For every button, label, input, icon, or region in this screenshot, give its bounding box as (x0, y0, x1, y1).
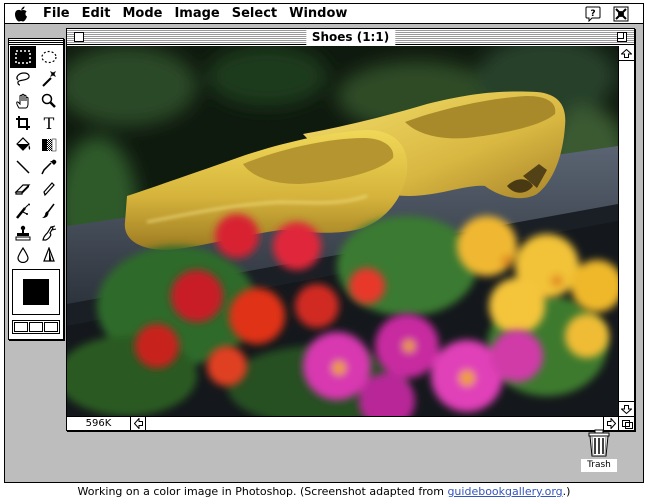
clogs-photo (67, 46, 618, 416)
pencil-icon[interactable] (36, 178, 62, 200)
mac-desktop: File Edit Mode Image Select Window ? T S… (4, 3, 644, 483)
lasso-icon[interactable] (10, 68, 36, 90)
eraser-icon[interactable] (10, 178, 36, 200)
resize-grow-box[interactable] (618, 416, 634, 430)
svg-text:T: T (44, 115, 55, 131)
scroll-up-arrow-icon[interactable] (619, 46, 634, 61)
full-screen-menubar-mode-button[interactable] (29, 322, 43, 332)
smudge-icon[interactable] (36, 222, 62, 244)
rubber-stamp-icon[interactable] (10, 222, 36, 244)
type-icon[interactable]: T (36, 112, 62, 134)
rectangular-marquee-icon[interactable] (10, 46, 36, 68)
paint-bucket-icon[interactable] (10, 134, 36, 156)
tool-palette: T (8, 38, 64, 340)
vertical-scrollbar[interactable] (618, 46, 634, 416)
line-icon[interactable] (10, 156, 36, 178)
menu-edit[interactable]: Edit (76, 4, 117, 24)
zoom-box[interactable] (617, 32, 627, 42)
caption-suffix: .) (562, 485, 571, 498)
color-swatch-area (12, 269, 60, 315)
sharpen-icon[interactable] (36, 244, 62, 266)
menu-window[interactable]: Window (283, 4, 353, 24)
menu-mode[interactable]: Mode (116, 4, 168, 24)
help-balloon-icon[interactable]: ? (585, 6, 601, 23)
trash-label: Trash (581, 459, 617, 472)
caption-link[interactable]: guidebookgallery.org (447, 485, 562, 498)
menu-bar: File Edit Mode Image Select Window ? (5, 4, 643, 24)
hand-icon[interactable] (10, 90, 36, 112)
blur-icon[interactable] (10, 244, 36, 266)
foreground-color-swatch[interactable] (23, 279, 49, 305)
gradient-icon[interactable] (36, 134, 62, 156)
image-canvas[interactable] (67, 46, 618, 416)
tool-grid: T (9, 45, 63, 266)
standard-window-mode-button[interactable] (14, 322, 28, 332)
trash-can-icon[interactable] (587, 429, 611, 457)
zoom-icon[interactable] (36, 90, 62, 112)
screen-mode-buttons (12, 320, 60, 334)
paintbrush-icon[interactable] (36, 200, 62, 222)
memory-indicator[interactable]: 596K (67, 417, 131, 430)
apple-logo-icon[interactable] (5, 4, 37, 24)
menu-file[interactable]: File (37, 4, 76, 24)
eyedropper-icon[interactable] (36, 156, 62, 178)
close-box[interactable] (74, 32, 84, 42)
crop-icon[interactable] (10, 112, 36, 134)
scroll-down-arrow-icon[interactable] (619, 401, 634, 416)
photoshop-app-icon[interactable] (613, 6, 629, 22)
airbrush-icon[interactable] (10, 200, 36, 222)
window-title-bar[interactable]: Shoes (1:1) (67, 29, 634, 45)
document-window: Shoes (1:1) 596K (66, 28, 635, 431)
scroll-left-arrow-icon[interactable] (131, 417, 146, 430)
horizontal-scrollbar[interactable]: 596K (67, 416, 618, 430)
trash[interactable]: Trash (581, 429, 617, 473)
window-title: Shoes (1:1) (305, 29, 396, 45)
figure-caption: Working on a color image in Photoshop. (… (0, 485, 648, 498)
menu-image[interactable]: Image (168, 4, 225, 24)
svg-text:?: ? (590, 9, 595, 19)
caption-text: Working on a color image in Photoshop. (… (77, 485, 448, 498)
magic-wand-icon[interactable] (36, 68, 62, 90)
menu-select[interactable]: Select (226, 4, 283, 24)
elliptical-marquee-icon[interactable] (36, 46, 62, 68)
full-screen-mode-button[interactable] (44, 322, 58, 332)
